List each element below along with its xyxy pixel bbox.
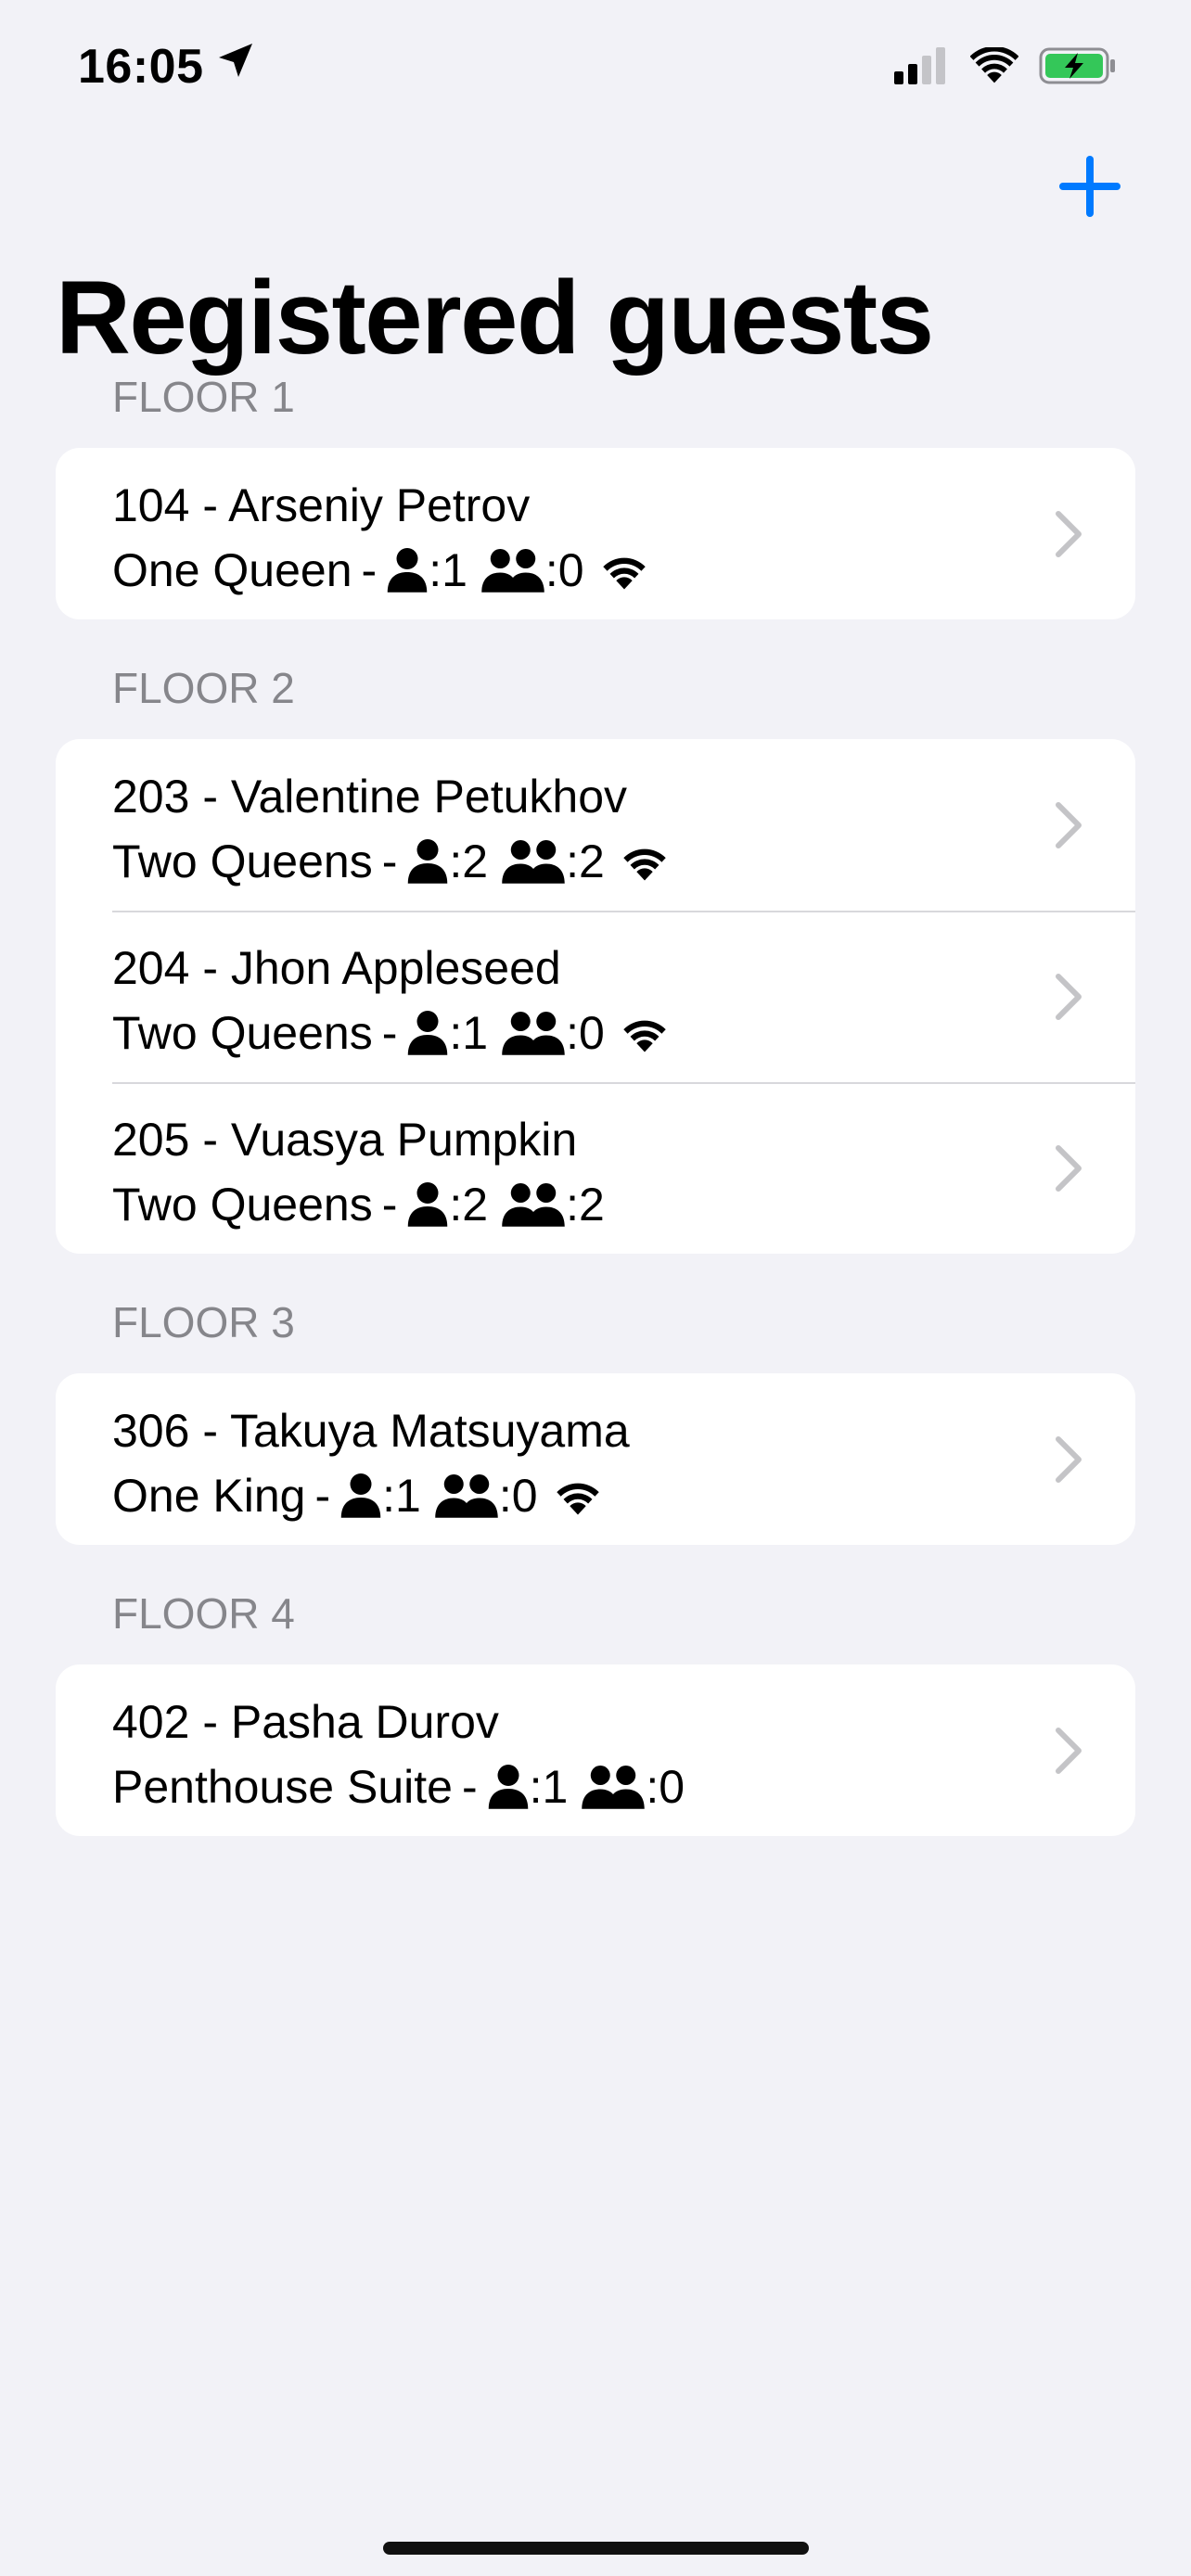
children-count: :0 (646, 1761, 685, 1813)
children-count: :0 (544, 544, 584, 596)
guest-title: 402 - Pasha Durov (112, 1696, 499, 1748)
page-title: Registered guests (56, 260, 934, 376)
wifi-icon (618, 840, 672, 883)
person-icon (406, 1181, 449, 1228)
adults-count: :1 (429, 544, 467, 596)
separator: - (381, 1179, 398, 1231)
room-type: Two Queens (112, 835, 373, 887)
chevron-right-icon (1054, 972, 1083, 1022)
wifi-icon (597, 549, 651, 592)
section-card: 104 - Arseniy Petrov One Queen -:1 :0 (56, 448, 1135, 619)
separator: - (314, 1470, 331, 1522)
guest-details: Two Queens -:1 :0 (112, 1005, 672, 1061)
room-type: One Queen (112, 544, 352, 596)
guest-row[interactable]: 203 - Valentine Petukhov Two Queens -:2:2 (56, 739, 1135, 911)
guest-title: 203 - Valentine Petukhov (112, 771, 628, 823)
guest-row[interactable]: 204 - Jhon Appleseed Two Queens -:1 :0 (56, 911, 1135, 1082)
children-count: :0 (498, 1470, 538, 1522)
section-card: 203 - Valentine Petukhov Two Queens -:2:2 2… (56, 739, 1135, 1254)
status-time-group: 16:05 (78, 37, 258, 96)
wifi-icon (969, 45, 1019, 89)
person-icon (406, 1010, 449, 1056)
separator: - (461, 1761, 478, 1813)
section-card: 306 - Takuya Matsuyama One King -:1 :0 (56, 1373, 1135, 1545)
chevron-right-icon (1054, 1143, 1083, 1193)
guest-row[interactable]: 306 - Takuya Matsuyama One King -:1 :0 (56, 1373, 1135, 1545)
chevron-right-icon (1054, 1726, 1083, 1776)
section-card: 402 - Pasha Durov Penthouse Suite -:1 :0 (56, 1664, 1135, 1836)
guest-details: One King -:1 :0 (112, 1468, 605, 1524)
two-people-icon (480, 547, 545, 593)
guest-title: 306 - Takuya Matsuyama (112, 1405, 630, 1457)
guest-title: 205 - Vuasya Pumpkin (112, 1114, 578, 1166)
children-count: :2 (566, 835, 605, 887)
section-header-floor-1: FLOOR 1 (112, 373, 295, 421)
wifi-icon (618, 1012, 672, 1054)
adults-count: :1 (382, 1470, 421, 1522)
home-indicator[interactable] (383, 2542, 809, 2555)
room-type: Two Queens (112, 1007, 373, 1059)
add-guest-button[interactable] (1057, 154, 1122, 219)
room-type: Penthouse Suite (112, 1761, 453, 1813)
two-people-icon (501, 838, 566, 885)
section-header-floor-4: FLOOR 4 (112, 1589, 295, 1638)
guest-details: Two Queens -:2:2 (112, 1177, 618, 1232)
room-type: Two Queens (112, 1179, 373, 1231)
section-header-floor-2: FLOOR 2 (112, 664, 295, 712)
guest-title: 104 - Arseniy Petrov (112, 479, 531, 531)
guest-row[interactable]: 104 - Arseniy Petrov One Queen -:1 :0 (56, 448, 1135, 619)
location-arrow-icon (213, 37, 258, 96)
guest-details: Two Queens -:2:2 (112, 834, 672, 889)
section-header-floor-3: FLOOR 3 (112, 1298, 295, 1346)
status-right (894, 45, 1117, 91)
adults-count: :1 (449, 1007, 489, 1059)
adults-count: :2 (449, 1179, 489, 1231)
guest-row[interactable]: 402 - Pasha Durov Penthouse Suite -:1 :0 (56, 1664, 1135, 1836)
guest-details: Penthouse Suite -:1 :0 (112, 1759, 698, 1815)
battery-charging-icon (1039, 47, 1117, 89)
guest-row[interactable]: 205 - Vuasya Pumpkin Two Queens -:2:2 (56, 1082, 1135, 1254)
guest-details: One Queen -:1 :0 (112, 542, 651, 598)
person-icon (339, 1473, 382, 1519)
status-time: 16:05 (78, 40, 204, 94)
chevron-right-icon (1054, 1435, 1083, 1485)
adults-count: :2 (449, 835, 489, 887)
cellular-signal-icon (894, 46, 950, 89)
separator: - (361, 544, 378, 596)
status-bar: 16:05 (0, 0, 1191, 139)
guest-list: FLOOR 1 104 - Arseniy Petrov One Queen -:1:… (56, 364, 1135, 1872)
plus-icon (1059, 156, 1121, 217)
chevron-right-icon (1054, 800, 1083, 850)
two-people-icon (501, 1010, 566, 1056)
two-people-icon (501, 1181, 566, 1228)
guest-title: 204 - Jhon Appleseed (112, 942, 561, 994)
children-count: :2 (566, 1179, 605, 1231)
room-type: One King (112, 1470, 306, 1522)
separator: - (381, 1007, 398, 1059)
chevron-right-icon (1054, 509, 1083, 559)
adults-count: :1 (529, 1761, 569, 1813)
children-count: :0 (566, 1007, 605, 1059)
person-icon (406, 838, 449, 885)
person-icon (487, 1764, 530, 1810)
person-icon (386, 547, 429, 593)
two-people-icon (581, 1764, 646, 1810)
two-people-icon (434, 1473, 499, 1519)
separator: - (381, 835, 398, 887)
wifi-icon (551, 1474, 605, 1517)
